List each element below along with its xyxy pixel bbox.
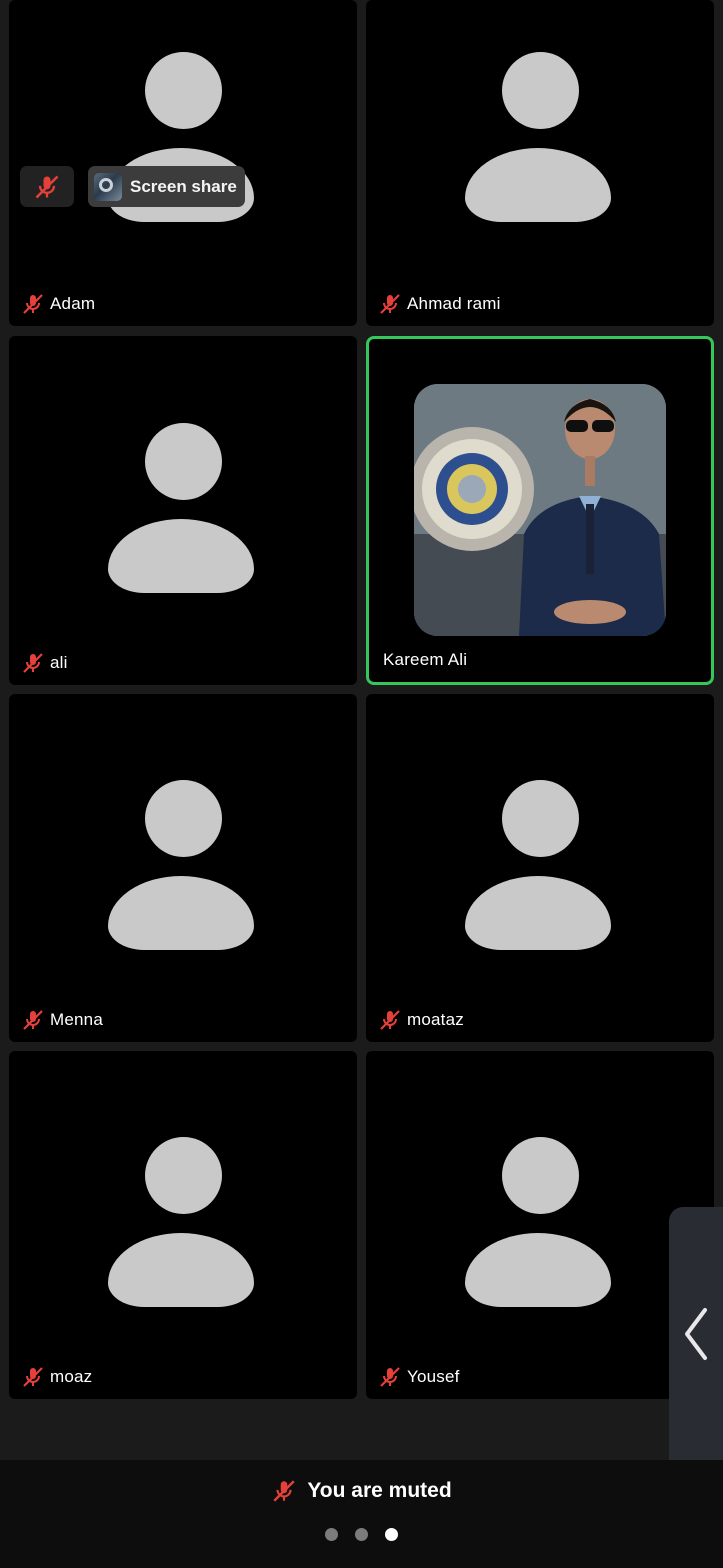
participant-name-row: Yousef <box>378 1365 460 1389</box>
participant-name: Adam <box>50 294 96 313</box>
default-avatar-icon <box>108 422 258 595</box>
participant-tile-kareem-ali[interactable]: Kareem Ali <box>366 336 714 685</box>
participant-tile-ali[interactable]: ali <box>9 336 357 685</box>
chevron-left-icon <box>685 1307 707 1360</box>
participant-name-row: Kareem Ali <box>383 648 467 672</box>
participant-tile-moataz[interactable]: moataz <box>366 694 714 1042</box>
mic-off-icon <box>380 294 400 314</box>
side-panel-tab[interactable] <box>669 1207 723 1460</box>
page-dot-active[interactable] <box>385 1528 398 1541</box>
screen-share-button[interactable]: Screen share <box>88 166 245 207</box>
participant-name-row: ali <box>21 651 68 675</box>
mic-off-icon <box>23 1010 43 1030</box>
participant-name: Menna <box>50 1010 103 1029</box>
default-avatar-icon <box>108 1137 258 1309</box>
mute-toggle-button[interactable] <box>20 166 74 207</box>
participant-name: Ahmad rami <box>407 294 501 313</box>
participant-name-row: Adam <box>21 292 95 316</box>
mic-off-icon <box>273 1480 295 1502</box>
mic-off-icon <box>380 1367 400 1387</box>
default-avatar-icon <box>465 1137 615 1309</box>
page-dot[interactable] <box>325 1528 338 1541</box>
participant-name: moaz <box>50 1367 93 1386</box>
participant-photo <box>414 384 666 636</box>
page-indicator <box>0 1528 723 1541</box>
muted-status: You are muted <box>0 1474 723 1508</box>
participant-tile-menna[interactable]: Menna <box>9 694 357 1042</box>
participant-name: ali <box>50 653 68 672</box>
mic-off-icon <box>380 1010 400 1030</box>
participant-name: moataz <box>407 1010 464 1029</box>
participant-tile-ahmad-rami[interactable]: Ahmad rami <box>366 0 714 326</box>
default-avatar-icon <box>108 780 258 952</box>
participant-name-row: moaz <box>21 1365 92 1389</box>
screen-share-label: Screen share <box>130 176 237 196</box>
default-avatar-icon <box>465 780 615 952</box>
screen-share-thumbnail <box>94 172 122 201</box>
participant-name: Kareem Ali <box>383 650 468 669</box>
default-avatar-icon <box>465 52 615 224</box>
mic-off-icon <box>35 175 59 198</box>
participant-tile-adam[interactable]: Adam <box>9 0 357 326</box>
mic-off-icon <box>23 294 43 314</box>
mic-off-icon <box>23 653 43 673</box>
participant-name-row: moataz <box>378 1008 464 1032</box>
participant-name: Yousef <box>407 1367 460 1386</box>
bottom-status-bar: You are muted <box>0 1460 723 1568</box>
mic-off-icon <box>23 1367 43 1387</box>
page-dot[interactable] <box>355 1528 368 1541</box>
participant-name-row: Ahmad rami <box>378 292 501 316</box>
participant-tile-yousef[interactable]: Yousef <box>366 1051 714 1399</box>
participant-tile-moaz[interactable]: moaz <box>9 1051 357 1399</box>
muted-status-text: You are muted <box>307 1479 452 1502</box>
participant-name-row: Menna <box>21 1008 103 1032</box>
